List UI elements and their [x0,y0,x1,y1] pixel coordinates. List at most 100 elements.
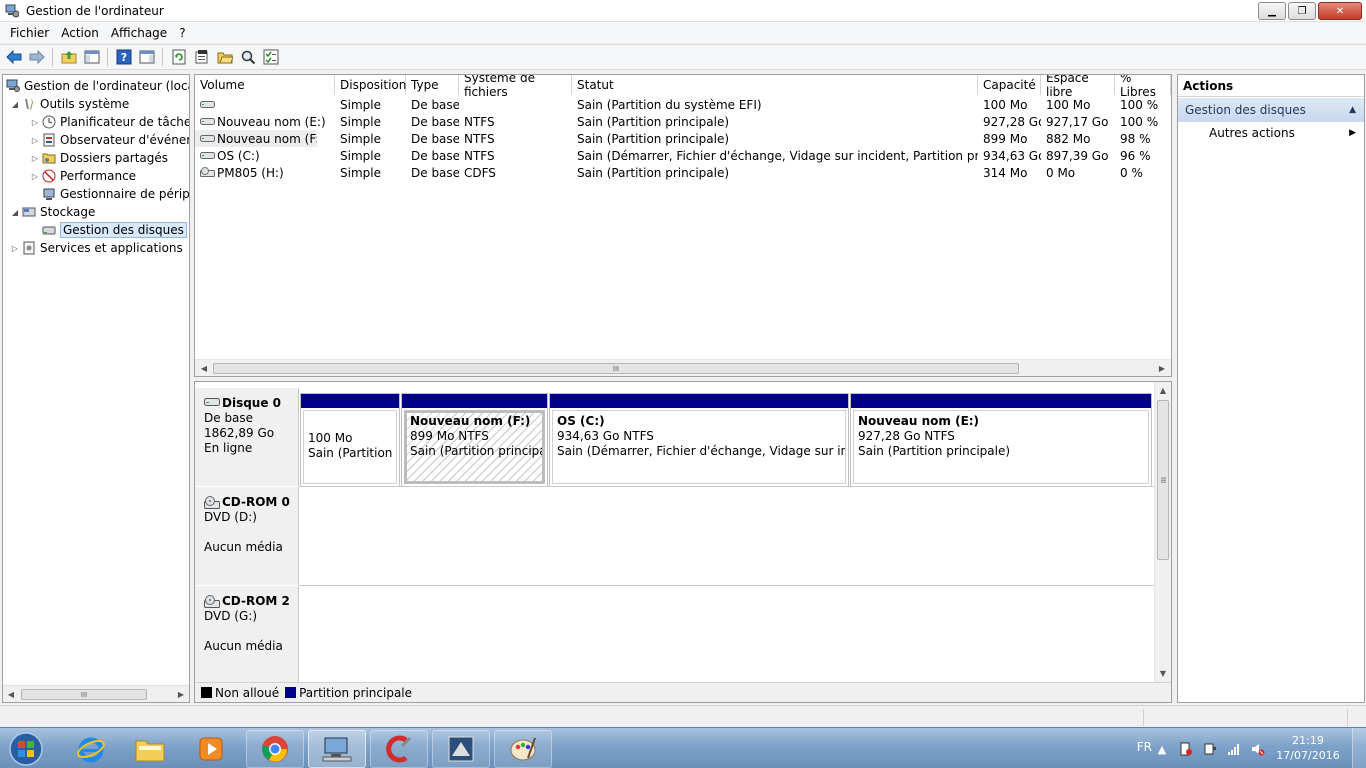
column-header-disposition[interactable]: Disposition [335,75,406,95]
taskbar-chrome[interactable] [246,730,304,768]
action-autres-actions[interactable]: Autres actions ▶ [1178,122,1364,144]
tree-item-services[interactable]: ▷ Services et applications [9,239,183,257]
forward-button[interactable] [26,47,47,68]
table-row[interactable]: OS (C:) Simple De base NTFS Sain (Démarr… [195,147,1171,164]
search-button[interactable] [237,47,258,68]
back-button[interactable] [3,47,24,68]
scroll-thumb[interactable]: III [213,363,1019,374]
scroll-down-icon[interactable]: ▼ [1156,666,1170,681]
collapse-arrow-icon[interactable]: ◢ [9,208,21,217]
column-header-espace-libre[interactable]: Espace libre [1041,75,1115,99]
window-title: Gestion de l'ordinateur [26,3,164,18]
menu-fichier[interactable]: Fichier [4,26,55,40]
cell-type: De base [411,165,459,180]
collapse-arrow-icon[interactable]: ◢ [9,100,21,109]
cell-filesystem: CDFS [464,165,496,180]
expand-arrow-icon[interactable]: ▷ [29,172,41,181]
menu-help[interactable]: ? [173,26,191,40]
taskbar-file-explorer[interactable] [121,730,179,768]
start-button[interactable] [6,730,46,768]
tree-item-gestionnaire[interactable]: Gestionnaire de périphé [41,185,189,203]
disk-label-cdrom2[interactable]: CD-ROM 2 DVD (G:) Aucun média [195,586,299,684]
scroll-right-icon[interactable]: ▶ [1155,361,1169,376]
close-button[interactable]: ✕ [1318,2,1362,20]
partition-status: Sain (Démarrer, Fichier d'échange, Vidag… [557,444,845,458]
tree-item-root[interactable]: Gestion de l'ordinateur (local) [5,77,189,95]
volume-list-horizontal-scrollbar[interactable]: ◀ III ▶ [195,359,1171,376]
cell-volume: Nouveau nom (E:) [195,113,335,130]
table-row[interactable]: Nouveau nom (E:) Simple De base NTFS Sai… [195,113,1171,130]
legend-unallocated: Non alloué [201,686,279,700]
partition-efi[interactable]: 100 Mo Sain (Partition d [300,393,400,487]
collapse-up-icon[interactable]: ▲ [1349,105,1356,115]
tree-item-performance[interactable]: ▷ Performance [29,167,136,185]
scroll-up-icon[interactable]: ▲ [1156,383,1170,398]
partition-f[interactable]: Nouveau nom (F:) 899 Mo NTFS Sain (Parti… [401,393,548,487]
device-icon[interactable] [1202,741,1218,757]
taskbar-network-app[interactable] [432,730,490,768]
disk-view-vertical-scrollbar[interactable]: ▲ III ▼ [1154,382,1171,682]
open-button[interactable] [214,47,235,68]
disk-label-cdrom0[interactable]: CD-ROM 0 DVD (D:) Aucun média [195,487,299,585]
expand-arrow-icon[interactable]: ▷ [29,118,41,127]
tree-item-observateur[interactable]: ▷ Observateur d'événeme [29,131,189,149]
cell-pct-libres: 0 % [1120,165,1143,180]
taskbar-computer-management[interactable] [308,730,366,768]
tree-item-dossiers-partages[interactable]: ▷ Dossiers partagés [29,149,168,167]
scroll-thumb[interactable]: III [1157,400,1169,560]
show-hidden-icons-icon[interactable]: ▲ [1154,741,1170,757]
expand-arrow-icon[interactable]: ▷ [9,244,21,253]
volume-muted-icon[interactable] [1250,741,1266,757]
taskbar-internet-explorer[interactable] [62,730,120,768]
scroll-right-icon[interactable]: ▶ [174,687,188,702]
menu-affichage[interactable]: Affichage [105,26,173,40]
show-desktop-button[interactable] [1352,728,1366,768]
up-button[interactable] [58,47,79,68]
scroll-left-icon[interactable]: ◀ [197,361,211,376]
action-center-icon[interactable] [1178,741,1194,757]
tree-label-stockage: Stockage [40,205,96,219]
taskbar-media-player[interactable] [182,730,240,768]
scroll-thumb[interactable]: III [21,689,147,700]
properties-button[interactable] [191,47,212,68]
cell-disposition: Simple [340,114,381,129]
menu-action[interactable]: Action [55,26,105,40]
checklist-button[interactable] [260,47,281,68]
partition-size: 899 Mo NTFS [410,429,489,443]
scroll-left-icon[interactable]: ◀ [4,687,18,702]
column-header-filesystem[interactable]: Système de fichiers [459,75,572,99]
show-hide-action-pane-button[interactable] [136,47,157,68]
network-signal-icon[interactable] [1226,741,1242,757]
language-indicator[interactable]: FR [1137,740,1152,754]
search-icon [241,50,255,65]
column-header-statut[interactable]: Statut [572,75,978,95]
help-button[interactable]: ? [113,47,134,68]
actions-section-header[interactable]: Gestion des disques ▲ [1178,98,1364,122]
tree-item-planificateur[interactable]: ▷ Planificateur de tâches [29,113,189,131]
column-header-type[interactable]: Type [406,75,459,95]
refresh-button[interactable] [168,47,189,68]
partition-c[interactable]: OS (C:) 934,63 Go NTFS Sain (Démarrer, F… [549,393,849,487]
expand-arrow-icon[interactable]: ▷ [29,136,41,145]
taskbar-ccleaner[interactable] [370,730,428,768]
show-hide-tree-button[interactable] [81,47,102,68]
maximize-button[interactable]: ❐ [1288,2,1316,20]
column-header-volume[interactable]: Volume [195,75,335,95]
table-row[interactable]: PM805 (H:) Simple De base CDFS Sain (Par… [195,164,1171,181]
disk-label-disk0[interactable]: Disque 0 De base 1862,89 Go En ligne [195,388,299,486]
tree-item-stockage[interactable]: ◢ Stockage [9,203,95,221]
partition-e[interactable]: Nouveau nom (E:) 927,28 Go NTFS Sain (Pa… [850,393,1152,487]
status-bar [0,705,1366,727]
disk-icon [204,397,220,411]
tree-item-outils-systeme[interactable]: ◢ Outils système [9,95,129,113]
table-row[interactable]: Simple De base Sain (Partition du systèm… [195,96,1171,113]
tree-horizontal-scrollbar[interactable]: ◀ III ▶ [3,685,189,702]
column-header-pct-libres[interactable]: % Libres [1115,75,1171,99]
minimize-button[interactable]: ▁ [1258,2,1286,20]
tree-item-gestion-des-disques[interactable]: Gestion des disques [41,221,187,239]
clock[interactable]: 21:19 17/07/2016 [1276,733,1340,763]
taskbar-paint[interactable] [494,730,552,768]
table-row[interactable]: Nouveau nom (F:) Simple De base NTFS Sai… [195,130,1171,147]
column-header-capacite[interactable]: Capacité [978,75,1041,95]
expand-arrow-icon[interactable]: ▷ [29,154,41,163]
